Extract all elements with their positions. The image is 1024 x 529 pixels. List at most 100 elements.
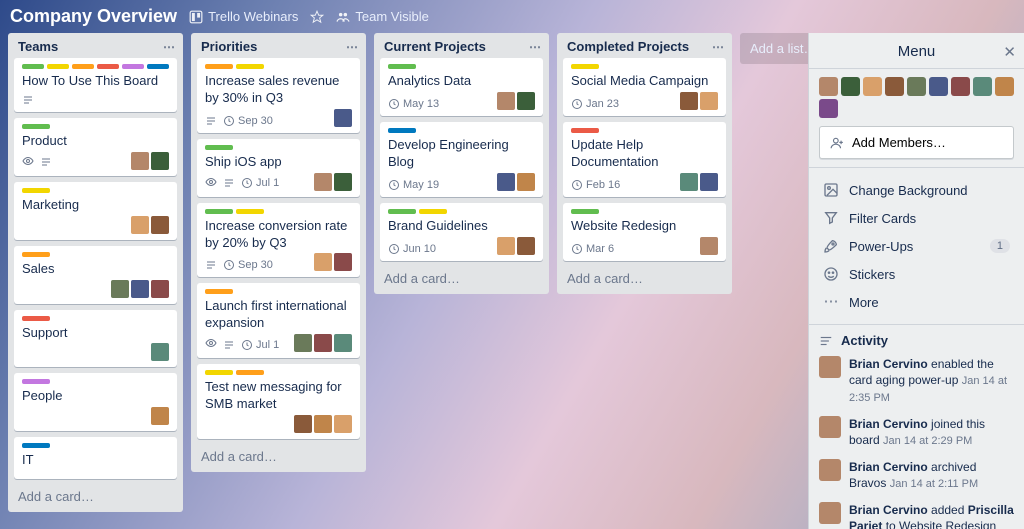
card[interactable]: Sales — [14, 246, 177, 304]
add-members-button[interactable]: Add Members… — [819, 126, 1014, 159]
card-badges — [22, 155, 52, 170]
board-title[interactable]: Company Overview — [10, 6, 177, 27]
card-badges: May 13 — [388, 98, 439, 110]
avatar[interactable] — [841, 77, 860, 96]
avatar[interactable] — [497, 92, 515, 110]
webinars-link[interactable]: Trello Webinars — [189, 9, 298, 24]
avatar[interactable] — [314, 334, 332, 352]
menu-item-filter[interactable]: Filter Cards — [819, 204, 1014, 232]
card[interactable]: Launch first international expansionJul … — [197, 283, 360, 358]
avatar[interactable] — [995, 77, 1014, 96]
list-menu-icon[interactable]: ⋯ — [712, 40, 724, 54]
avatar[interactable] — [151, 216, 169, 234]
avatar[interactable] — [863, 77, 882, 96]
add-list-button[interactable]: Add a list… — [740, 33, 808, 64]
list-menu-icon[interactable]: ⋯ — [529, 40, 541, 54]
avatar[interactable] — [819, 416, 841, 438]
card[interactable]: Ship iOS appJul 1 — [197, 139, 360, 197]
avatar[interactable] — [294, 415, 312, 433]
card-labels — [571, 64, 718, 69]
avatar[interactable] — [929, 77, 948, 96]
avatar[interactable] — [131, 280, 149, 298]
activity-link[interactable]: Website Redesign — [899, 519, 996, 529]
avatar[interactable] — [680, 92, 698, 110]
label-purple — [22, 379, 50, 384]
add-card-button[interactable]: Add a card… — [191, 441, 366, 472]
card[interactable]: Increase conversion rate by 20% by Q3Sep… — [197, 203, 360, 278]
avatar[interactable] — [151, 152, 169, 170]
avatar[interactable] — [907, 77, 926, 96]
card[interactable]: Develop Engineering BlogMay 19 — [380, 122, 543, 197]
menu-item-ellipsis[interactable]: ⋯More — [819, 288, 1014, 316]
card[interactable]: Social Media CampaignJan 23 — [563, 58, 726, 116]
card-labels — [22, 64, 169, 69]
avatar[interactable] — [700, 237, 718, 255]
list-title[interactable]: Current Projects — [384, 39, 486, 54]
list-menu-icon[interactable]: ⋯ — [346, 40, 358, 54]
card[interactable]: Increase sales revenue by 30% in Q3Sep 3… — [197, 58, 360, 133]
avatar[interactable] — [700, 173, 718, 191]
avatar[interactable] — [819, 99, 838, 118]
card[interactable]: Support — [14, 310, 177, 368]
list: Completed Projects ⋯ Social Media Campai… — [557, 33, 732, 294]
avatar[interactable] — [294, 334, 312, 352]
card[interactable]: Test new messaging for SMB market — [197, 364, 360, 439]
avatar[interactable] — [314, 173, 332, 191]
avatar[interactable] — [334, 253, 352, 271]
avatar[interactable] — [314, 253, 332, 271]
avatar[interactable] — [131, 152, 149, 170]
avatar[interactable] — [334, 173, 352, 191]
card[interactable]: Marketing — [14, 182, 177, 240]
list-menu-icon[interactable]: ⋯ — [163, 40, 175, 54]
visibility-button[interactable]: Team Visible — [336, 9, 428, 24]
avatar[interactable] — [517, 173, 535, 191]
add-card-button[interactable]: Add a card… — [374, 263, 549, 294]
menu-item-rocket[interactable]: Power-Ups1 — [819, 232, 1014, 260]
card-badges: Mar 6 — [571, 243, 614, 255]
avatar[interactable] — [334, 415, 352, 433]
avatar[interactable] — [819, 459, 841, 481]
avatar[interactable] — [111, 280, 129, 298]
activity-user: Brian Cervino — [849, 417, 928, 431]
list-title[interactable]: Teams — [18, 39, 58, 54]
card[interactable]: People — [14, 373, 177, 431]
avatar[interactable] — [517, 92, 535, 110]
avatar[interactable] — [700, 92, 718, 110]
description-icon — [223, 339, 235, 351]
avatar[interactable] — [131, 216, 149, 234]
avatar[interactable] — [334, 334, 352, 352]
card[interactable]: Analytics DataMay 13 — [380, 58, 543, 116]
add-card-button[interactable]: Add a card… — [8, 481, 183, 512]
card[interactable]: Product — [14, 118, 177, 176]
card[interactable]: How To Use This Board — [14, 58, 177, 112]
list-title[interactable]: Priorities — [201, 39, 257, 54]
avatar[interactable] — [151, 343, 169, 361]
card[interactable]: IT — [14, 437, 177, 479]
add-card-button[interactable]: Add a card… — [557, 263, 732, 294]
label-green — [22, 124, 50, 129]
list-title[interactable]: Completed Projects — [567, 39, 689, 54]
avatar[interactable] — [517, 237, 535, 255]
card[interactable]: Update Help DocumentationFeb 16 — [563, 122, 726, 197]
star-button[interactable] — [310, 10, 324, 24]
avatar[interactable] — [314, 415, 332, 433]
avatar[interactable] — [497, 173, 515, 191]
avatar[interactable] — [973, 77, 992, 96]
avatar[interactable] — [151, 280, 169, 298]
avatar[interactable] — [819, 502, 841, 524]
menu-item-sticker[interactable]: Stickers — [819, 260, 1014, 288]
card[interactable]: Brand GuidelinesJun 10 — [380, 203, 543, 261]
avatar[interactable] — [819, 356, 841, 378]
avatar[interactable] — [497, 237, 515, 255]
trello-icon — [189, 10, 203, 24]
avatar[interactable] — [151, 407, 169, 425]
avatar[interactable] — [819, 77, 838, 96]
avatar[interactable] — [334, 109, 352, 127]
close-icon[interactable]: ✕ — [1003, 43, 1016, 61]
avatar[interactable] — [680, 173, 698, 191]
card[interactable]: Website RedesignMar 6 — [563, 203, 726, 261]
card-title: Marketing — [22, 197, 169, 214]
avatar[interactable] — [885, 77, 904, 96]
menu-item-image[interactable]: Change Background — [819, 176, 1014, 204]
avatar[interactable] — [951, 77, 970, 96]
